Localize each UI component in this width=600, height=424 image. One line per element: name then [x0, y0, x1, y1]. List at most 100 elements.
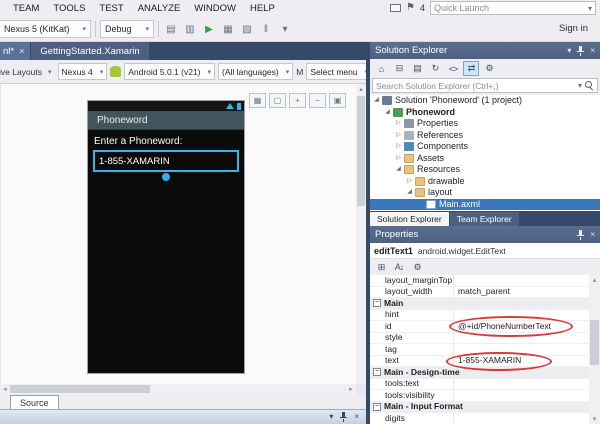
tree-item-properties[interactable]: ▷Properties [370, 118, 600, 130]
pin-icon[interactable] [576, 230, 585, 240]
configuration-combo[interactable]: Debug ▾ [100, 20, 154, 38]
properties-scroll-thumb[interactable] [590, 320, 599, 365]
tab-solution-explorer[interactable]: Solution Explorer [370, 212, 449, 226]
tree-item-resources[interactable]: ◢Resources [370, 164, 600, 176]
close-icon[interactable]: × [590, 47, 595, 55]
tab-source[interactable]: Source [10, 395, 59, 409]
categorized-icon[interactable]: ⊞ [373, 260, 389, 275]
category-row-main[interactable]: −Main [370, 298, 589, 310]
menu-window[interactable]: WINDOW [187, 0, 243, 17]
collapsed-expander-icon[interactable]: ▷ [394, 141, 403, 153]
tab-main-axml-partial[interactable]: nl* × [0, 42, 30, 60]
collapse-all-icon[interactable]: ⊟ [391, 61, 407, 76]
tab-team-explorer[interactable]: Team Explorer [450, 212, 519, 226]
tree-item-components[interactable]: ▷Components [370, 141, 600, 153]
menu-tools[interactable]: TOOLS [46, 0, 92, 17]
zoom-in-button[interactable]: + [289, 93, 306, 108]
tree-item-references[interactable]: ▷References [370, 130, 600, 142]
collapsed-expander-icon[interactable]: ▷ [405, 176, 414, 188]
menu-team[interactable]: TEAM [6, 0, 46, 17]
phoneword-textview[interactable]: Enter a Phoneword: [94, 136, 244, 147]
chevron-down-icon[interactable]: ▾ [578, 82, 582, 90]
home-icon[interactable]: ⌂ [373, 61, 389, 76]
solution-explorer-search[interactable]: ▾ [372, 78, 598, 93]
pin-icon[interactable] [576, 46, 585, 56]
close-icon[interactable]: × [354, 413, 359, 421]
open-file-icon[interactable]: ▤ [163, 21, 179, 37]
refresh-icon[interactable]: ↻ [427, 61, 443, 76]
tree-item-assets[interactable]: ▷Assets [370, 153, 600, 165]
feedback-icon[interactable] [390, 4, 401, 12]
alternative-layouts-dropdown[interactable]: ive Layouts ▾ [0, 67, 52, 77]
toolbar-options-icon[interactable]: ▾ [277, 21, 293, 37]
device-list-icon[interactable]: ▦ [220, 21, 236, 37]
quick-launch-input[interactable] [434, 3, 588, 13]
collapsed-expander-icon[interactable]: ▷ [394, 130, 403, 142]
quick-launch-box[interactable]: ▾ [430, 1, 596, 15]
phone-number-edittext[interactable]: 1-855-XAMARIN [93, 150, 239, 172]
expanded-expander-icon[interactable]: ◢ [405, 187, 414, 199]
scroll-right-icon[interactable]: ▸ [346, 384, 356, 394]
tab-gettingstarted-xamarin[interactable]: GettingStarted.Xamarin [31, 42, 148, 60]
properties-scrollbar[interactable]: ▴ ▾ [589, 275, 600, 424]
zoom-out-button[interactable]: − [309, 93, 326, 108]
language-combo[interactable]: (All languages) ▾ [218, 63, 293, 80]
text-cursor-handle-icon[interactable] [162, 173, 170, 181]
scroll-left-icon[interactable]: ◂ [0, 384, 10, 394]
start-debug-icon[interactable]: ▶ [201, 21, 217, 37]
save-icon[interactable]: ▥ [182, 21, 198, 37]
grid-toggle-button[interactable]: ▦ [249, 93, 266, 108]
chevron-down-icon[interactable]: ▾ [329, 413, 333, 421]
sync-icon[interactable]: ⇄ [463, 61, 479, 76]
chevron-down-icon[interactable]: ▾ [588, 4, 592, 13]
pause-icon[interactable]: ‖ [258, 21, 274, 37]
tree-item-layout[interactable]: ◢layout [370, 187, 600, 199]
properties-icon[interactable]: ⚙ [481, 61, 497, 76]
horizontal-scroll-thumb[interactable] [10, 385, 150, 393]
scroll-up-icon[interactable]: ▴ [589, 275, 600, 285]
expanded-expander-icon[interactable]: ◢ [383, 107, 392, 119]
android-version-combo[interactable]: Android 5.0.1 (v21) ▾ [124, 63, 215, 80]
expanded-expander-icon[interactable]: ◢ [394, 164, 403, 176]
collapse-box-icon[interactable]: − [373, 368, 381, 376]
menu-test[interactable]: TEST [92, 0, 130, 17]
menu-analyze[interactable]: ANALYZE [131, 0, 188, 17]
collapsed-expander-icon[interactable]: ▷ [394, 118, 403, 130]
view-code-icon[interactable]: <> [445, 61, 461, 76]
tree-item-solution-phoneword-1-project[interactable]: ◢Solution 'Phoneword' (1 project) [370, 95, 600, 107]
category-row-main-design-time[interactable]: −Main - Design-time [370, 367, 589, 379]
alphabetical-icon[interactable]: A↓ [391, 260, 407, 275]
notifications-flag-icon[interactable]: ⚑ [406, 3, 415, 13]
designer-vertical-scrollbar[interactable]: ▴ [356, 84, 366, 384]
property-value[interactable]: @+id/PhoneNumberText [454, 321, 589, 333]
solution-search-input[interactable] [376, 81, 575, 91]
collapsed-expander-icon[interactable]: ▷ [394, 153, 403, 165]
property-pages-icon[interactable]: ⚙ [409, 260, 425, 275]
category-row-main-input-format[interactable]: −Main - Input Format [370, 402, 589, 414]
scroll-down-icon[interactable]: ▾ [589, 414, 600, 424]
phone-preview[interactable]: Phoneword Enter a Phoneword: 1-855-XAMAR… [87, 100, 245, 374]
search-icon[interactable] [585, 81, 594, 90]
properties-object-row[interactable]: editText1 android.widget.EditText [370, 243, 600, 259]
menu-help[interactable]: HELP [243, 0, 282, 17]
show-all-files-icon[interactable]: ▤ [409, 61, 425, 76]
device-selector-combo[interactable]: Nexus 5 (KitKat) ▾ [0, 20, 91, 38]
sign-in-button[interactable]: Sign in [559, 23, 588, 34]
profiler-icon[interactable]: ▧ [239, 21, 255, 37]
property-value[interactable]: match_parent [454, 286, 589, 298]
pin-icon[interactable] [339, 412, 348, 422]
designer-horizontal-scrollbar[interactable]: ◂ ▸ [0, 384, 356, 394]
actual-size-button[interactable]: ▣ [329, 93, 346, 108]
design-surface[interactable]: ▦▢+−▣ Phoneword Enter a Phoneword: 1-855… [0, 84, 356, 384]
collapsed-tool-window-bar[interactable]: ▾ × [0, 409, 366, 424]
scroll-up-icon[interactable]: ▴ [356, 84, 366, 94]
expanded-expander-icon[interactable]: ◢ [372, 95, 381, 107]
close-icon[interactable]: × [590, 231, 595, 239]
close-icon[interactable]: × [19, 46, 24, 56]
property-value[interactable]: 1-855-XAMARIN [454, 355, 589, 367]
collapse-box-icon[interactable]: − [373, 403, 381, 411]
zoom-fit-button[interactable]: ▢ [269, 93, 286, 108]
collapse-box-icon[interactable]: − [373, 299, 381, 307]
designer-device-combo[interactable]: Nexus 4 ▾ [58, 63, 108, 80]
select-menu-combo[interactable]: Select menu ▾ [306, 63, 366, 80]
